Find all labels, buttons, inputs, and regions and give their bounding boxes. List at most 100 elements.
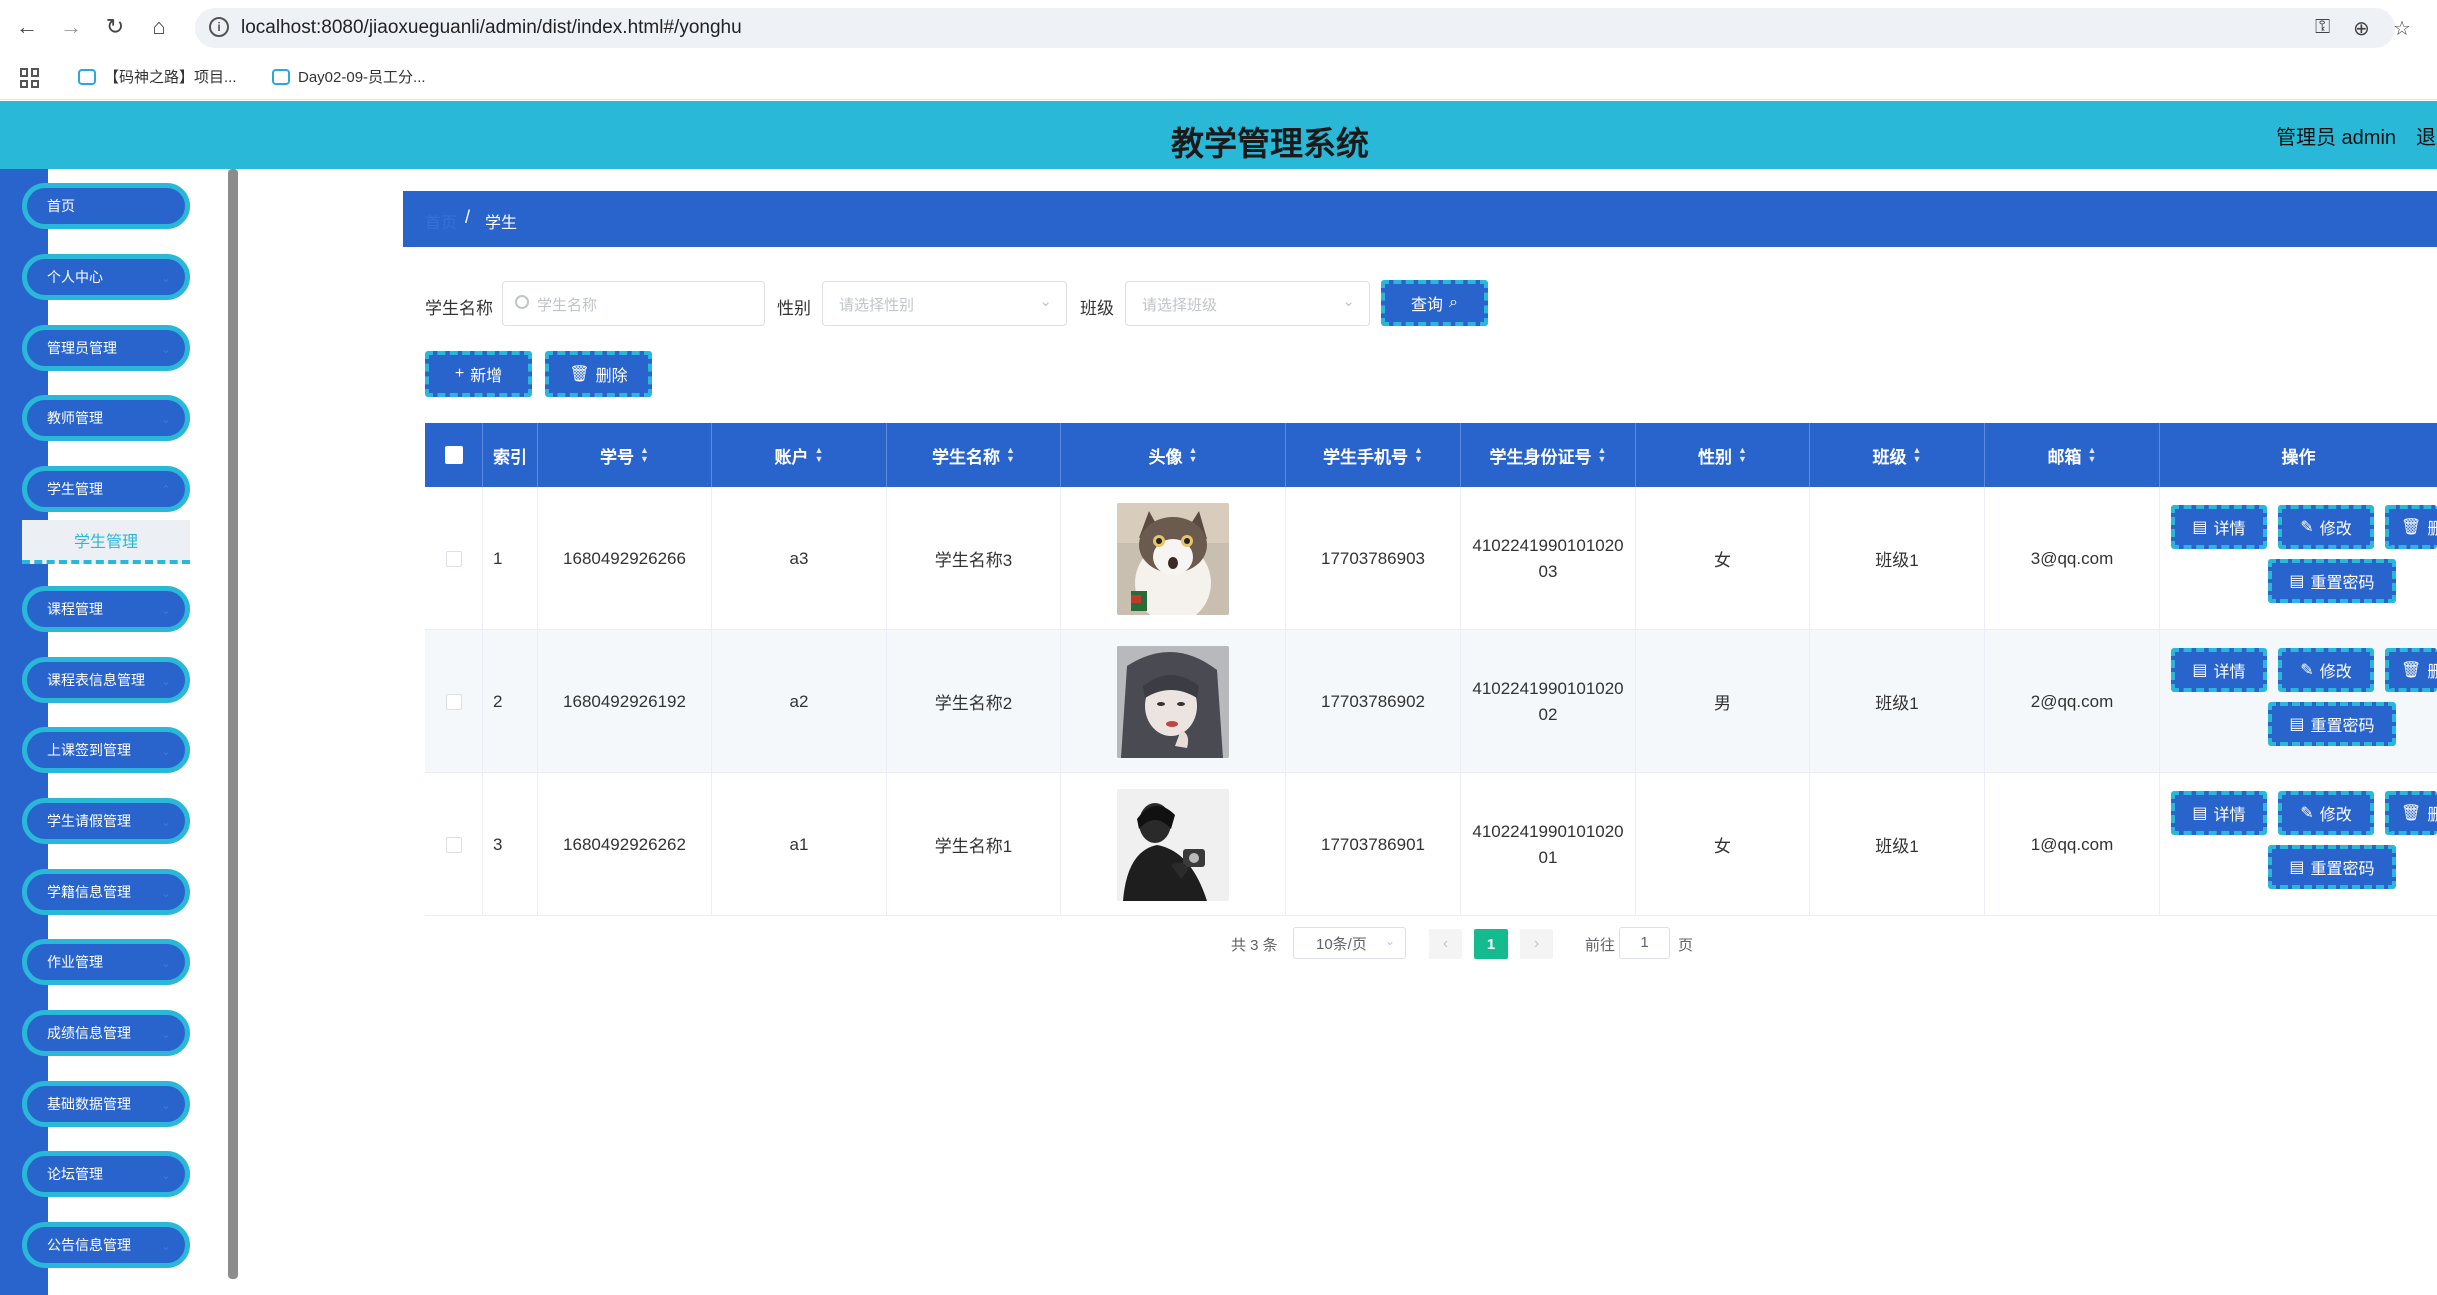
- sidebar-item-label: 作业管理: [47, 954, 103, 970]
- reset-password-button[interactable]: ▤ 重置密码: [2268, 702, 2396, 746]
- col-student-no[interactable]: 学号 ▲ ▼: [538, 423, 712, 487]
- delete-button[interactable]: 🗑 删除: [545, 351, 652, 397]
- avatar-image-cat[interactable]: [1117, 502, 1229, 615]
- address-bar[interactable]: i localhost:8080/jiaoxueguanli/admin/dis…: [195, 8, 2411, 48]
- logout-link[interactable]: 退: [2416, 121, 2436, 150]
- cell-name: 学生名称2: [887, 630, 1061, 773]
- apps-icon[interactable]: [20, 68, 40, 88]
- sidebar-item-notice[interactable]: 公告信息管理 ⌄: [22, 1222, 190, 1268]
- sidebar-item-course[interactable]: 课程管理 ⌄: [22, 586, 190, 632]
- key-icon[interactable]: ⚿: [2315, 16, 2330, 39]
- page-number-current[interactable]: 1: [1474, 929, 1508, 959]
- cell-student-no: 1680492926266: [538, 487, 712, 630]
- sidebar-item-leave[interactable]: 学生请假管理 ⌄: [22, 798, 190, 844]
- document-icon: ▤: [2192, 662, 2208, 679]
- reset-password-button[interactable]: ▤ 重置密码: [2268, 845, 2396, 889]
- sidebar-item-profile[interactable]: 个人中心 ⌄: [22, 254, 190, 300]
- sort-icon[interactable]: ▲ ▼: [815, 446, 824, 464]
- add-button[interactable]: + 新增: [425, 351, 532, 397]
- goto-page-input[interactable]: 1: [1619, 927, 1670, 959]
- gender-select[interactable]: 请选择性别 ⌄: [822, 281, 1067, 326]
- sort-icon[interactable]: ▲ ▼: [2088, 446, 2097, 464]
- col-id-card[interactable]: 学生身份证号 ▲ ▼: [1461, 423, 1636, 487]
- next-page-button[interactable]: ›: [1520, 929, 1553, 959]
- sidebar-item-status[interactable]: 学籍信息管理 ⌄: [22, 869, 190, 915]
- back-icon[interactable]: ←: [12, 12, 42, 42]
- checkbox[interactable]: [445, 836, 462, 853]
- sort-icon[interactable]: ▲ ▼: [1189, 446, 1198, 464]
- edit-button[interactable]: ✎ 修改: [2278, 791, 2374, 835]
- star-icon[interactable]: ☆: [2393, 16, 2411, 41]
- sidebar-item-label: 学籍信息管理: [47, 884, 131, 900]
- sidebar-item-checkin[interactable]: 上课签到管理 ⌄: [22, 727, 190, 773]
- pager-total: 共 3 条: [1231, 937, 1278, 954]
- edit-button[interactable]: ✎ 修改: [2278, 648, 2374, 692]
- avatar-image-man[interactable]: [1117, 788, 1229, 901]
- row-delete-button[interactable]: 🗑 删: [2385, 505, 2437, 549]
- sort-icon[interactable]: ▲ ▼: [1598, 446, 1607, 464]
- detail-label: 详情: [2213, 664, 2246, 681]
- row-delete-button[interactable]: 🗑 删: [2385, 648, 2437, 692]
- col-name[interactable]: 学生名称 ▲ ▼: [887, 423, 1061, 487]
- col-class[interactable]: 班级 ▲ ▼: [1810, 423, 1985, 487]
- student-name-input[interactable]: 学生名称: [502, 281, 765, 326]
- edit-label: 修改: [2319, 807, 2352, 824]
- sidebar-item-label: 首页: [47, 198, 75, 214]
- detail-button[interactable]: ▤ 详情: [2171, 505, 2267, 549]
- prev-page-button[interactable]: ‹: [1429, 929, 1462, 959]
- sidebar-item-basedata[interactable]: 基础数据管理 ⌄: [22, 1081, 190, 1127]
- zoom-icon[interactable]: ⊕: [2353, 16, 2370, 41]
- sidebar-item-forum[interactable]: 论坛管理 ⌄: [22, 1151, 190, 1197]
- checkbox[interactable]: [444, 446, 463, 464]
- sidebar-item-home[interactable]: 首页: [22, 183, 190, 229]
- col-label: 头像: [1148, 447, 1183, 467]
- select-all-checkbox[interactable]: [425, 423, 483, 487]
- sidebar-item-grades[interactable]: 成绩信息管理 ⌄: [22, 1010, 190, 1056]
- col-gender[interactable]: 性别 ▲ ▼: [1636, 423, 1810, 487]
- class-select[interactable]: 请选择班级 ⌄: [1125, 281, 1370, 326]
- row-checkbox-cell[interactable]: [425, 630, 483, 773]
- id-card-line: 02: [1538, 704, 1558, 724]
- reset-password-button[interactable]: ▤ 重置密码: [2268, 559, 2396, 603]
- sort-icon[interactable]: ▲ ▼: [1913, 446, 1922, 464]
- detail-button[interactable]: ▤ 详情: [2171, 791, 2267, 835]
- breadcrumb-home[interactable]: 首页: [425, 209, 457, 233]
- sidebar-item-timetable[interactable]: 课程表信息管理 ⌄: [22, 657, 190, 703]
- avatar-image-girl[interactable]: [1117, 645, 1229, 758]
- chevron-down-icon: ⌄: [160, 744, 171, 758]
- checkbox[interactable]: [445, 693, 462, 710]
- row-delete-button[interactable]: 🗑 删: [2385, 791, 2437, 835]
- sort-icon[interactable]: ▲ ▼: [1414, 446, 1423, 464]
- query-button[interactable]: 查询 ⌕: [1381, 280, 1488, 326]
- home-icon[interactable]: ⌂: [144, 12, 174, 42]
- sidebar-item-homework[interactable]: 作业管理 ⌄: [22, 939, 190, 985]
- url-text[interactable]: localhost:8080/jiaoxueguanli/admin/dist/…: [241, 17, 742, 39]
- table-row: 1 1680492926266 a3 学生名称3 17703786903 410…: [425, 487, 2437, 630]
- col-email[interactable]: 邮箱 ▲ ▼: [1985, 423, 2160, 487]
- row-checkbox-cell[interactable]: [425, 773, 483, 916]
- row-checkbox-cell[interactable]: [425, 487, 483, 630]
- admin-user[interactable]: 管理员 admin: [2276, 121, 2396, 150]
- col-label: 学生名称: [932, 447, 1001, 467]
- sidebar-subitem-student-manage[interactable]: 学生管理: [22, 520, 190, 564]
- col-phone[interactable]: 学生手机号 ▲ ▼: [1286, 423, 1461, 487]
- col-avatar[interactable]: 头像 ▲ ▼: [1061, 423, 1286, 487]
- sidebar-item-teacher[interactable]: 教师管理 ⌄: [22, 395, 190, 441]
- bookmark-2[interactable]: Day02-09-员工分...: [272, 66, 426, 87]
- sidebar-item-admin[interactable]: 管理员管理 ⌄: [22, 325, 190, 371]
- sidebar-scrollbar[interactable]: [228, 169, 238, 1279]
- bookmark-1[interactable]: 【码神之路】项目...: [78, 66, 237, 87]
- sort-icon[interactable]: ▲ ▼: [1006, 446, 1015, 464]
- sort-icon[interactable]: ▲ ▼: [1738, 446, 1747, 464]
- edit-button[interactable]: ✎ 修改: [2278, 505, 2374, 549]
- chevron-down-icon: ⌄: [160, 412, 171, 426]
- col-account[interactable]: 账户 ▲ ▼: [712, 423, 887, 487]
- sidebar-item-student[interactable]: 学生管理 ⌃: [22, 466, 190, 512]
- reload-icon[interactable]: ↻: [100, 12, 130, 42]
- checkbox[interactable]: [445, 550, 462, 567]
- site-info-icon[interactable]: i: [209, 17, 229, 37]
- page-size-select[interactable]: 10条/页 ⌄: [1293, 927, 1406, 959]
- sort-icon[interactable]: ▲ ▼: [640, 446, 649, 464]
- forward-icon[interactable]: →: [56, 12, 86, 42]
- detail-button[interactable]: ▤ 详情: [2171, 648, 2267, 692]
